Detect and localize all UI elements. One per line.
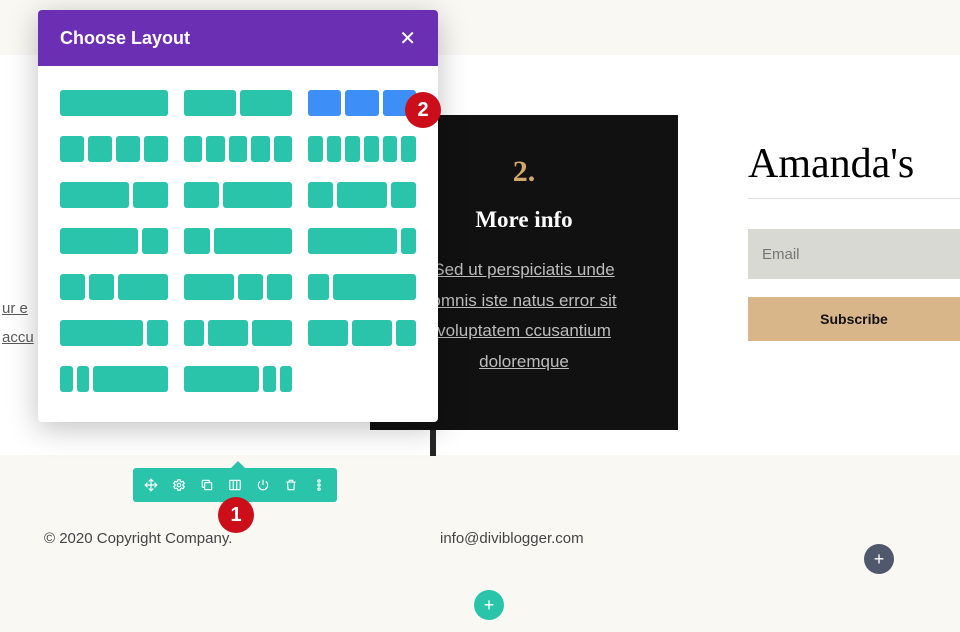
layout-1-3[interactable] xyxy=(184,228,292,254)
more-icon[interactable] xyxy=(307,473,331,497)
layout-1col[interactable] xyxy=(60,90,168,116)
layout-4col[interactable] xyxy=(60,136,168,162)
layout-4-1[interactable] xyxy=(60,320,168,346)
layout-5col[interactable] xyxy=(184,136,292,162)
layout-1-2-2[interactable] xyxy=(184,320,292,346)
layout-narrow-2[interactable] xyxy=(184,366,292,392)
annotation-badge-2: 2 xyxy=(405,92,441,128)
annotation-badge-1: 1 xyxy=(218,497,254,533)
layout-1-2[interactable] xyxy=(184,182,292,208)
columns-icon[interactable] xyxy=(223,473,247,497)
modal-header: Choose Layout ✕ xyxy=(38,10,438,66)
modal-title: Choose Layout xyxy=(60,28,190,49)
move-icon[interactable] xyxy=(139,473,163,497)
panel-heading: Amanda's xyxy=(748,140,960,199)
add-section-button[interactable]: + xyxy=(864,544,894,574)
email-field[interactable] xyxy=(748,229,960,279)
subscribe-panel: Amanda's Subscribe xyxy=(748,140,960,341)
gear-icon[interactable] xyxy=(167,473,191,497)
layout-2-1-1[interactable] xyxy=(184,274,292,300)
layout-3col-selected[interactable] xyxy=(308,90,416,116)
layout-2-1[interactable] xyxy=(60,182,168,208)
layout-1-3b[interactable] xyxy=(308,228,416,254)
trash-icon[interactable] xyxy=(279,473,303,497)
layout-6col[interactable] xyxy=(308,136,416,162)
layout-1-1-2[interactable] xyxy=(60,274,168,300)
add-row-button[interactable]: + xyxy=(474,590,504,620)
copyright-text: © 2020 Copyright Company. xyxy=(44,530,232,547)
layout-3-1[interactable] xyxy=(60,228,168,254)
duplicate-icon[interactable] xyxy=(195,473,219,497)
layout-1-2-1[interactable] xyxy=(308,182,416,208)
layout-grid xyxy=(38,66,438,422)
layout-1-4[interactable] xyxy=(308,274,416,300)
power-icon[interactable] xyxy=(251,473,275,497)
layout-2-2-1[interactable] xyxy=(308,320,416,346)
close-icon[interactable]: ✕ xyxy=(399,26,416,51)
layout-modal: Choose Layout ✕ xyxy=(38,10,438,422)
subscribe-button[interactable]: Subscribe xyxy=(748,297,960,341)
footer-email: info@diviblogger.com xyxy=(440,530,584,547)
layout-narrow-1[interactable] xyxy=(60,366,168,392)
layout-2col[interactable] xyxy=(184,90,292,116)
